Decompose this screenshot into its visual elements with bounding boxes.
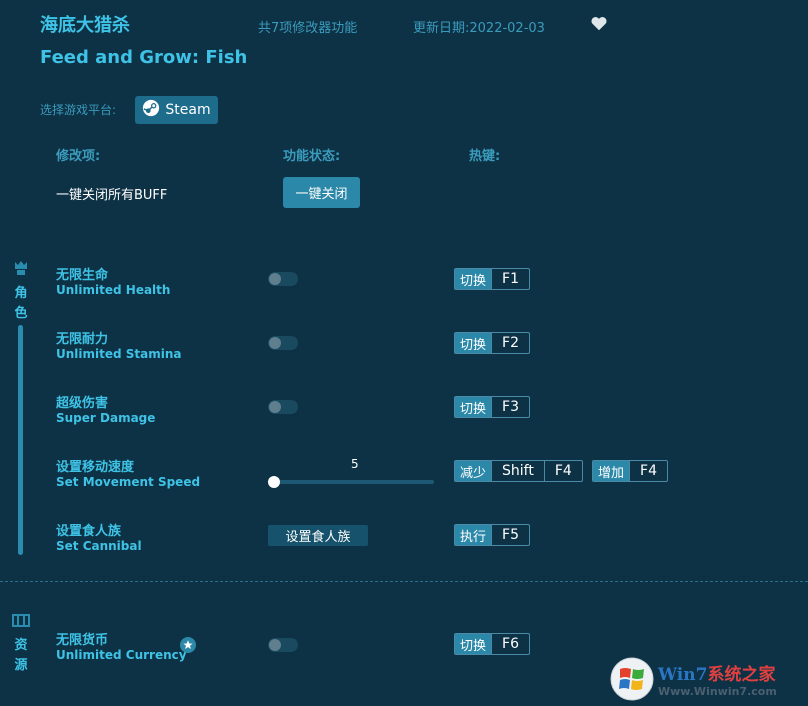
column-header-hotkey: 热键: bbox=[469, 149, 501, 164]
platform-label: 选择游戏平台: bbox=[40, 103, 117, 117]
speed-increase-hotkey[interactable]: 增加 F4 bbox=[592, 460, 668, 482]
update-date: 更新日期:2022-02-03 bbox=[413, 21, 545, 36]
hotkey-key: F3 bbox=[491, 397, 529, 417]
category-resources-char2: 源 bbox=[14, 658, 28, 673]
watermark: Win7系统之家 Www.Winwin7.com bbox=[610, 655, 806, 703]
currency-label-cn: 无限货币 bbox=[56, 633, 109, 648]
game-title-cn: 海底大猎杀 bbox=[40, 15, 130, 36]
hotkey-action: 减少 bbox=[455, 461, 492, 481]
stamina-toggle[interactable] bbox=[268, 336, 298, 350]
hotkey-key: F4 bbox=[543, 461, 582, 481]
category-resources[interactable]: 资 源 bbox=[10, 612, 32, 676]
toggle-knob bbox=[269, 639, 281, 651]
category-resources-char1: 资 bbox=[14, 638, 28, 653]
stamina-label-cn: 无限耐力 bbox=[56, 332, 109, 347]
watermark-brand-rest: 系统之家 bbox=[707, 665, 776, 685]
speed-decrease-hotkey[interactable]: 减少 Shift F4 bbox=[454, 460, 583, 482]
currency-toggle[interactable] bbox=[268, 638, 298, 652]
hotkey-key: F5 bbox=[491, 525, 529, 545]
star-icon bbox=[180, 637, 196, 653]
stamina-label-en: Unlimited Stamina bbox=[56, 347, 182, 361]
cannibal-label-cn: 设置食人族 bbox=[56, 524, 122, 539]
category-scrollbar[interactable] bbox=[18, 325, 23, 555]
category-character-char1: 角 bbox=[14, 286, 28, 301]
toggle-knob bbox=[269, 401, 281, 413]
health-label-cn: 无限生命 bbox=[56, 268, 109, 283]
cannibal-label-en: Set Cannibal bbox=[56, 539, 142, 553]
character-icon bbox=[15, 261, 27, 275]
hotkey-modifier: Shift bbox=[491, 461, 544, 481]
hotkey-action: 切换 bbox=[455, 634, 492, 654]
speed-slider-track[interactable] bbox=[273, 480, 434, 484]
resources-icon bbox=[12, 614, 30, 627]
set-cannibal-button[interactable]: 设置食人族 bbox=[268, 525, 368, 546]
steam-platform-button[interactable]: Steam bbox=[135, 96, 218, 124]
category-character-char2: 色 bbox=[14, 306, 28, 321]
speed-label-en: Set Movement Speed bbox=[56, 475, 201, 489]
hotkey-action: 执行 bbox=[455, 525, 492, 545]
toggle-knob bbox=[269, 273, 281, 285]
watermark-url: Www.Winwin7.com bbox=[658, 685, 777, 698]
windows-logo-icon bbox=[610, 657, 654, 701]
feature-count: 共7项修改器功能 bbox=[258, 21, 358, 36]
column-header-item: 修改项: bbox=[56, 149, 101, 164]
game-title-en: Feed and Grow: Fish bbox=[40, 47, 248, 68]
steam-label: Steam bbox=[165, 102, 211, 118]
steam-icon bbox=[142, 99, 160, 121]
all-off-button[interactable]: 一键关闭 bbox=[283, 177, 360, 208]
hotkey-key: F4 bbox=[629, 461, 667, 481]
hotkey-action: 增加 bbox=[593, 461, 630, 481]
hotkey-action: 切换 bbox=[455, 269, 492, 289]
category-character[interactable]: 角 色 bbox=[10, 260, 32, 324]
speed-slider-value: 5 bbox=[351, 457, 359, 471]
hotkey-action: 切换 bbox=[455, 397, 492, 417]
toggle-knob bbox=[269, 337, 281, 349]
watermark-brand-main: Win7 bbox=[658, 665, 708, 685]
speed-label-cn: 设置移动速度 bbox=[56, 460, 135, 475]
speed-slider-handle[interactable] bbox=[268, 476, 280, 488]
column-header-status: 功能状态: bbox=[283, 149, 341, 164]
currency-hotkey[interactable]: 切换 F6 bbox=[454, 633, 530, 655]
health-label-en: Unlimited Health bbox=[56, 283, 171, 297]
health-toggle[interactable] bbox=[268, 272, 298, 286]
damage-hotkey[interactable]: 切换 F3 bbox=[454, 396, 530, 418]
damage-label-en: Super Damage bbox=[56, 411, 156, 425]
hotkey-key: F2 bbox=[491, 333, 529, 353]
hotkey-action: 切换 bbox=[455, 333, 492, 353]
hotkey-key: F6 bbox=[491, 634, 529, 654]
section-divider bbox=[0, 581, 808, 582]
currency-label-en: Unlimited Currency bbox=[56, 648, 187, 662]
damage-label-cn: 超级伤害 bbox=[56, 396, 109, 411]
all-off-label: 一键关闭所有BUFF bbox=[56, 188, 168, 203]
health-hotkey[interactable]: 切换 F1 bbox=[454, 268, 530, 290]
stamina-hotkey[interactable]: 切换 F2 bbox=[454, 332, 530, 354]
damage-toggle[interactable] bbox=[268, 400, 298, 414]
hotkey-key: F1 bbox=[491, 269, 529, 289]
cannibal-hotkey[interactable]: 执行 F5 bbox=[454, 524, 530, 546]
heart-icon[interactable] bbox=[590, 15, 608, 33]
